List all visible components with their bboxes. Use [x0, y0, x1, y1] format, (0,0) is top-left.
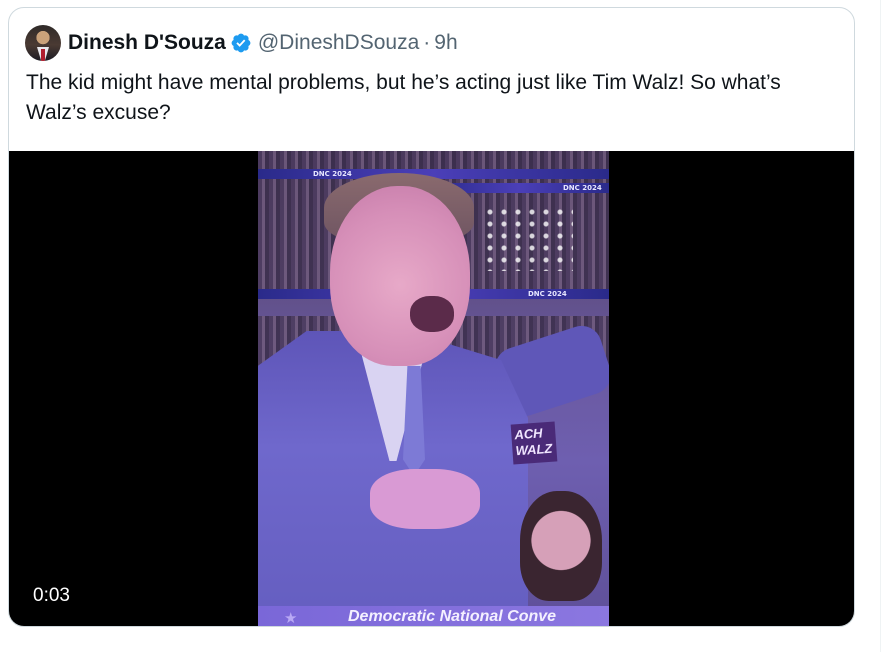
- walz-sign: ACH WALZ: [510, 421, 558, 465]
- tweet-text: The kid might have mental problems, but …: [26, 71, 781, 124]
- video-timestamp: 0:03: [33, 585, 70, 606]
- avatar-tie: [41, 49, 45, 61]
- banner-text-3: DNC 2024: [528, 290, 567, 298]
- tweet-card[interactable]: Dinesh D'Souza @DineshDSouza · 9h The ki…: [8, 7, 855, 627]
- lower-third-banner: ★ Democratic National Conve: [258, 606, 609, 627]
- meta-separator: ·: [423, 31, 431, 54]
- tweet-header: Dinesh D'Souza @DineshDSouza · 9h: [25, 25, 458, 61]
- star-icon: ★: [284, 610, 298, 627]
- woman-in-crowd: [520, 491, 602, 601]
- video-player[interactable]: DNC 2024 DNC 2024 DNC 2024 ACH WALZ ★ De…: [9, 151, 854, 627]
- avatar[interactable]: [25, 25, 61, 61]
- open-mouth: [410, 296, 454, 332]
- banner-text-2: DNC 2024: [563, 184, 602, 192]
- face: [330, 186, 470, 366]
- verified-badge-icon: [231, 33, 251, 53]
- video-frame: DNC 2024 DNC 2024 DNC 2024 ACH WALZ ★ De…: [258, 151, 609, 627]
- column-divider: [880, 0, 881, 652]
- banner-text-1: DNC 2024: [313, 170, 352, 178]
- author-handle[interactable]: @DineshDSouza: [258, 31, 419, 55]
- author-name[interactable]: Dinesh D'Souza: [68, 31, 226, 55]
- tweet-time[interactable]: 9h: [434, 31, 457, 55]
- hand: [370, 469, 480, 529]
- lower-third-caption: Democratic National Conve: [348, 608, 557, 625]
- chandelier-lights: [483, 206, 573, 271]
